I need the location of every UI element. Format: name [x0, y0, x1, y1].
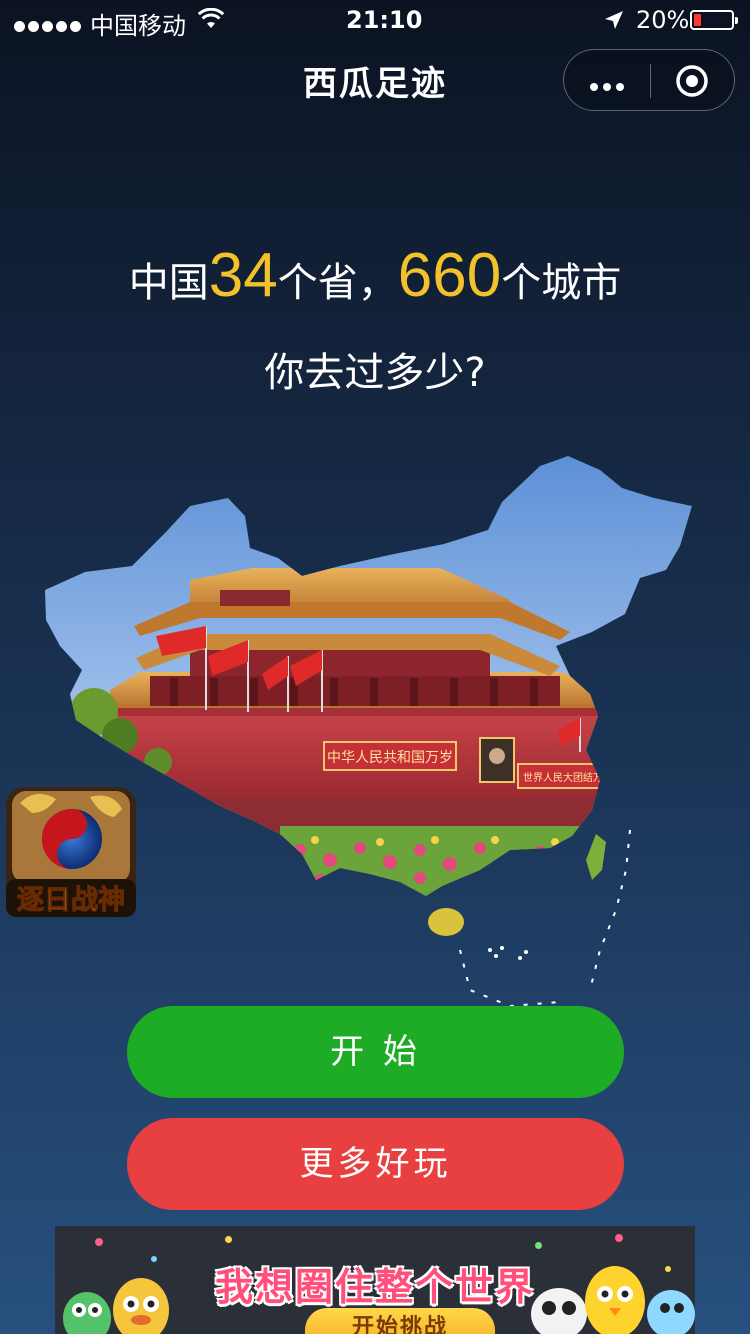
- banner-ad-cta-button[interactable]: 开始挑战: [305, 1308, 495, 1334]
- floating-game-ad[interactable]: 逐日战神: [2, 783, 140, 923]
- cities-count: 660: [397, 241, 502, 310]
- battery-level: [694, 14, 701, 26]
- start-button[interactable]: 开 始: [127, 1006, 624, 1098]
- provinces-count: 34: [208, 241, 278, 310]
- carrier-name: 中国移动: [90, 12, 186, 40]
- banner-ad[interactable]: 我想圈住整个世界 开始挑战: [55, 1226, 695, 1334]
- banner-ad-title: 我想圈住整个世界: [214, 1265, 535, 1309]
- battery-percent: 20%: [636, 6, 690, 34]
- more-games-button[interactable]: 更多好玩: [127, 1118, 624, 1210]
- battery-icon: [690, 10, 738, 30]
- hainan-island: [428, 908, 464, 936]
- signal-dots-icon: [14, 10, 84, 38]
- wifi-icon: [198, 8, 224, 28]
- more-dots-icon[interactable]: [590, 76, 629, 95]
- float-ad-title: 逐日战神: [17, 885, 125, 916]
- headline: 中国34个省，660个城市: [0, 236, 750, 323]
- close-target-icon[interactable]: [675, 64, 709, 98]
- status-time: 21:10: [346, 6, 423, 34]
- gate-banner-right: 世界人民大团结万岁: [523, 771, 613, 784]
- headline-prefix: 中国: [128, 260, 209, 306]
- capsule-divider: [650, 64, 651, 98]
- china-map-illustration: 中华人民共和国万岁 世界人民大团结万岁: [45, 456, 692, 1008]
- headline-mid: 个省，: [277, 260, 398, 306]
- gate-banner-left: 中华人民共和国万岁: [327, 750, 453, 766]
- miniprogram-capsule: [563, 49, 735, 111]
- headline-question: 你去过多少?: [264, 350, 486, 396]
- location-arrow-icon: [605, 11, 623, 29]
- headline-suffix: 个城市: [501, 260, 622, 306]
- taiwan-island: [586, 834, 606, 880]
- status-bar: 中国移动 21:10 20%: [0, 0, 750, 40]
